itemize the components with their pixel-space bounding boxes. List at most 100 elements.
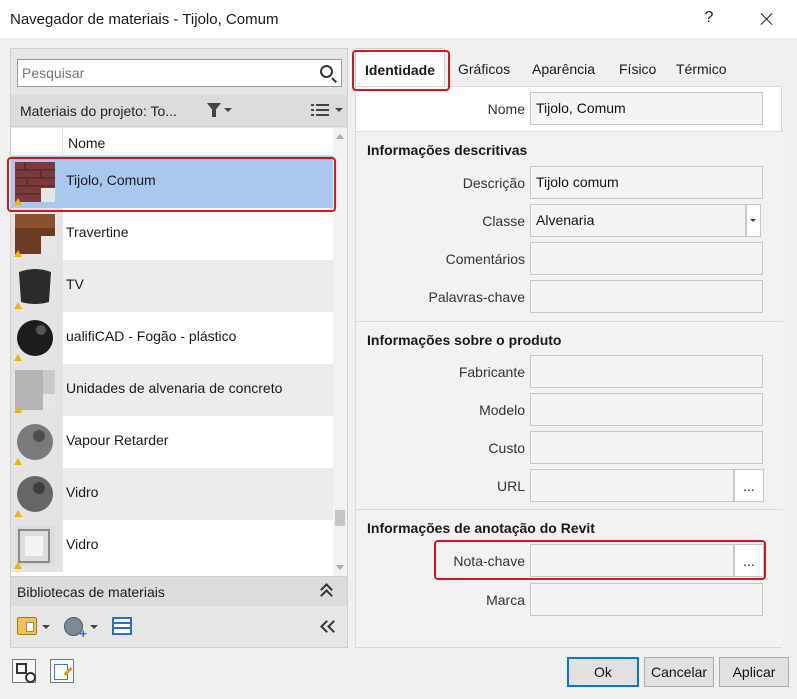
cancel-button[interactable]: Cancelar [644, 657, 714, 687]
material-name: Tijolo, Comum [66, 172, 156, 188]
help-button[interactable]: ? [702, 9, 716, 27]
material-name: Vidro [66, 484, 99, 500]
model-label: Modelo [479, 402, 525, 418]
keynote-row: Nota-chave ... [356, 544, 783, 578]
column-name[interactable]: Nome [68, 135, 105, 151]
list-item[interactable]: TV [11, 260, 333, 312]
search-icon[interactable] [320, 65, 333, 78]
search-box[interactable] [17, 59, 342, 87]
name-field[interactable]: Tijolo, Comum [530, 92, 763, 125]
glass-panel-icon [15, 526, 55, 566]
keynote-field[interactable] [530, 544, 734, 577]
close-icon[interactable] [752, 5, 782, 33]
url-field[interactable] [530, 469, 734, 502]
add-library-dropdown-icon[interactable] [90, 625, 98, 629]
comments-row: Comentários [356, 242, 783, 276]
keywords-field[interactable] [530, 280, 763, 313]
tab-fisico[interactable]: Físico [619, 48, 656, 86]
model-field[interactable] [530, 393, 763, 426]
warning-icon [14, 302, 22, 309]
material-libraries-header[interactable]: Bibliotecas de materiais [11, 576, 347, 606]
filter-icon[interactable] [207, 103, 221, 117]
library-toolbar [11, 607, 347, 647]
thumbnail-cell [11, 520, 63, 572]
warning-icon [14, 562, 22, 569]
section-product: Informações sobre o produto [356, 321, 783, 355]
thumbnail-cell [11, 260, 63, 312]
thumbnail-cell [11, 364, 63, 416]
warning-icon [14, 250, 22, 257]
warning-icon [14, 198, 22, 205]
list-item[interactable]: Unidades de alvenaria de concreto [11, 364, 333, 416]
mark-label: Marca [486, 592, 525, 608]
tab-graficos[interactable]: Gráficos [458, 48, 510, 86]
plastic-sphere-icon [15, 318, 55, 358]
tab-aparencia[interactable]: Aparência [532, 48, 595, 86]
section-revit: Informações de anotação do Revit [356, 509, 783, 543]
filter-dropdown-icon[interactable] [224, 108, 232, 112]
list-item[interactable]: Vidro [11, 468, 333, 520]
material-assets-icon[interactable] [12, 659, 36, 683]
class-select[interactable]: Alvenaria [530, 204, 746, 237]
window-title: Navegador de materiais - Tijolo, Comum [10, 11, 279, 28]
scroll-down-icon[interactable] [336, 565, 344, 570]
keynote-browse-button[interactable]: ... [734, 544, 764, 577]
concrete-block-icon [15, 370, 55, 410]
open-library-dropdown-icon[interactable] [42, 625, 50, 629]
material-browser-panel: Materiais do projeto: To... Nome [10, 48, 348, 648]
manufacturer-field[interactable] [530, 355, 763, 388]
collapse-up-icon[interactable] [319, 583, 333, 599]
vapour-sphere-icon [15, 422, 55, 462]
tab-identidade[interactable]: Identidade [355, 48, 445, 86]
url-label: URL [496, 478, 525, 494]
list-view-icon[interactable] [311, 103, 329, 118]
scroll-up-icon[interactable] [336, 134, 344, 139]
identity-panel: Nome Tijolo, Comum Informações descritiv… [355, 86, 783, 648]
cost-row: Custo [356, 431, 783, 465]
list-item[interactable]: Vidro [11, 520, 333, 572]
mark-field[interactable] [530, 583, 763, 616]
comments-field[interactable] [530, 242, 763, 275]
model-row: Modelo [356, 393, 783, 427]
description-field[interactable]: Tijolo comum [530, 166, 763, 199]
scroll-thumb[interactable] [335, 510, 345, 526]
description-label: Descrição [462, 175, 525, 191]
warning-icon [14, 354, 22, 361]
thumbnail-cell [11, 156, 63, 208]
list-item[interactable]: Vapour Retarder [11, 416, 333, 468]
url-browse-button[interactable]: ... [734, 469, 764, 502]
open-library-icon[interactable] [17, 617, 37, 635]
list-item[interactable]: Tijolo, Comum [11, 156, 333, 208]
view-dropdown-icon[interactable] [335, 108, 343, 112]
grid-scrollbar[interactable] [333, 128, 347, 576]
ok-button[interactable]: Ok [567, 657, 639, 687]
material-name: Vapour Retarder [66, 432, 169, 448]
add-library-icon[interactable] [64, 617, 87, 641]
class-label: Classe [482, 213, 525, 229]
name-row: Nome Tijolo, Comum [356, 92, 783, 126]
tab-termico[interactable]: Térmico [676, 48, 727, 86]
class-row: Classe Alvenaria [356, 204, 783, 238]
list-item[interactable]: Travertine [11, 208, 333, 260]
travertine-swatch-icon [15, 214, 55, 254]
thumbnail-cell [11, 468, 63, 520]
thumbnail-cell [11, 312, 63, 364]
material-name: Unidades de alvenaria de concreto [66, 380, 283, 396]
keywords-row: Palavras-chave [356, 280, 783, 314]
cost-field[interactable] [530, 431, 763, 464]
library-panel-icon[interactable] [112, 617, 132, 635]
url-row: URL ... [356, 469, 783, 503]
edit-material-icon[interactable] [50, 659, 74, 683]
brick-swatch-icon [15, 162, 55, 202]
project-materials-label: Materiais do projeto: To... [20, 103, 177, 119]
class-dropdown-icon[interactable] [746, 204, 761, 237]
collapse-left-icon[interactable] [320, 619, 338, 633]
thumbnail-cell [11, 208, 63, 260]
manufacturer-label: Fabricante [458, 364, 525, 380]
title-bar: Navegador de materiais - Tijolo, Comum ? [0, 0, 797, 38]
warning-icon [14, 510, 22, 517]
material-name: Vidro [66, 536, 99, 552]
list-item[interactable]: ualifiCAD - Fogão - plástico [11, 312, 333, 364]
search-input[interactable] [18, 60, 308, 86]
apply-button[interactable]: Aplicar [719, 657, 789, 687]
